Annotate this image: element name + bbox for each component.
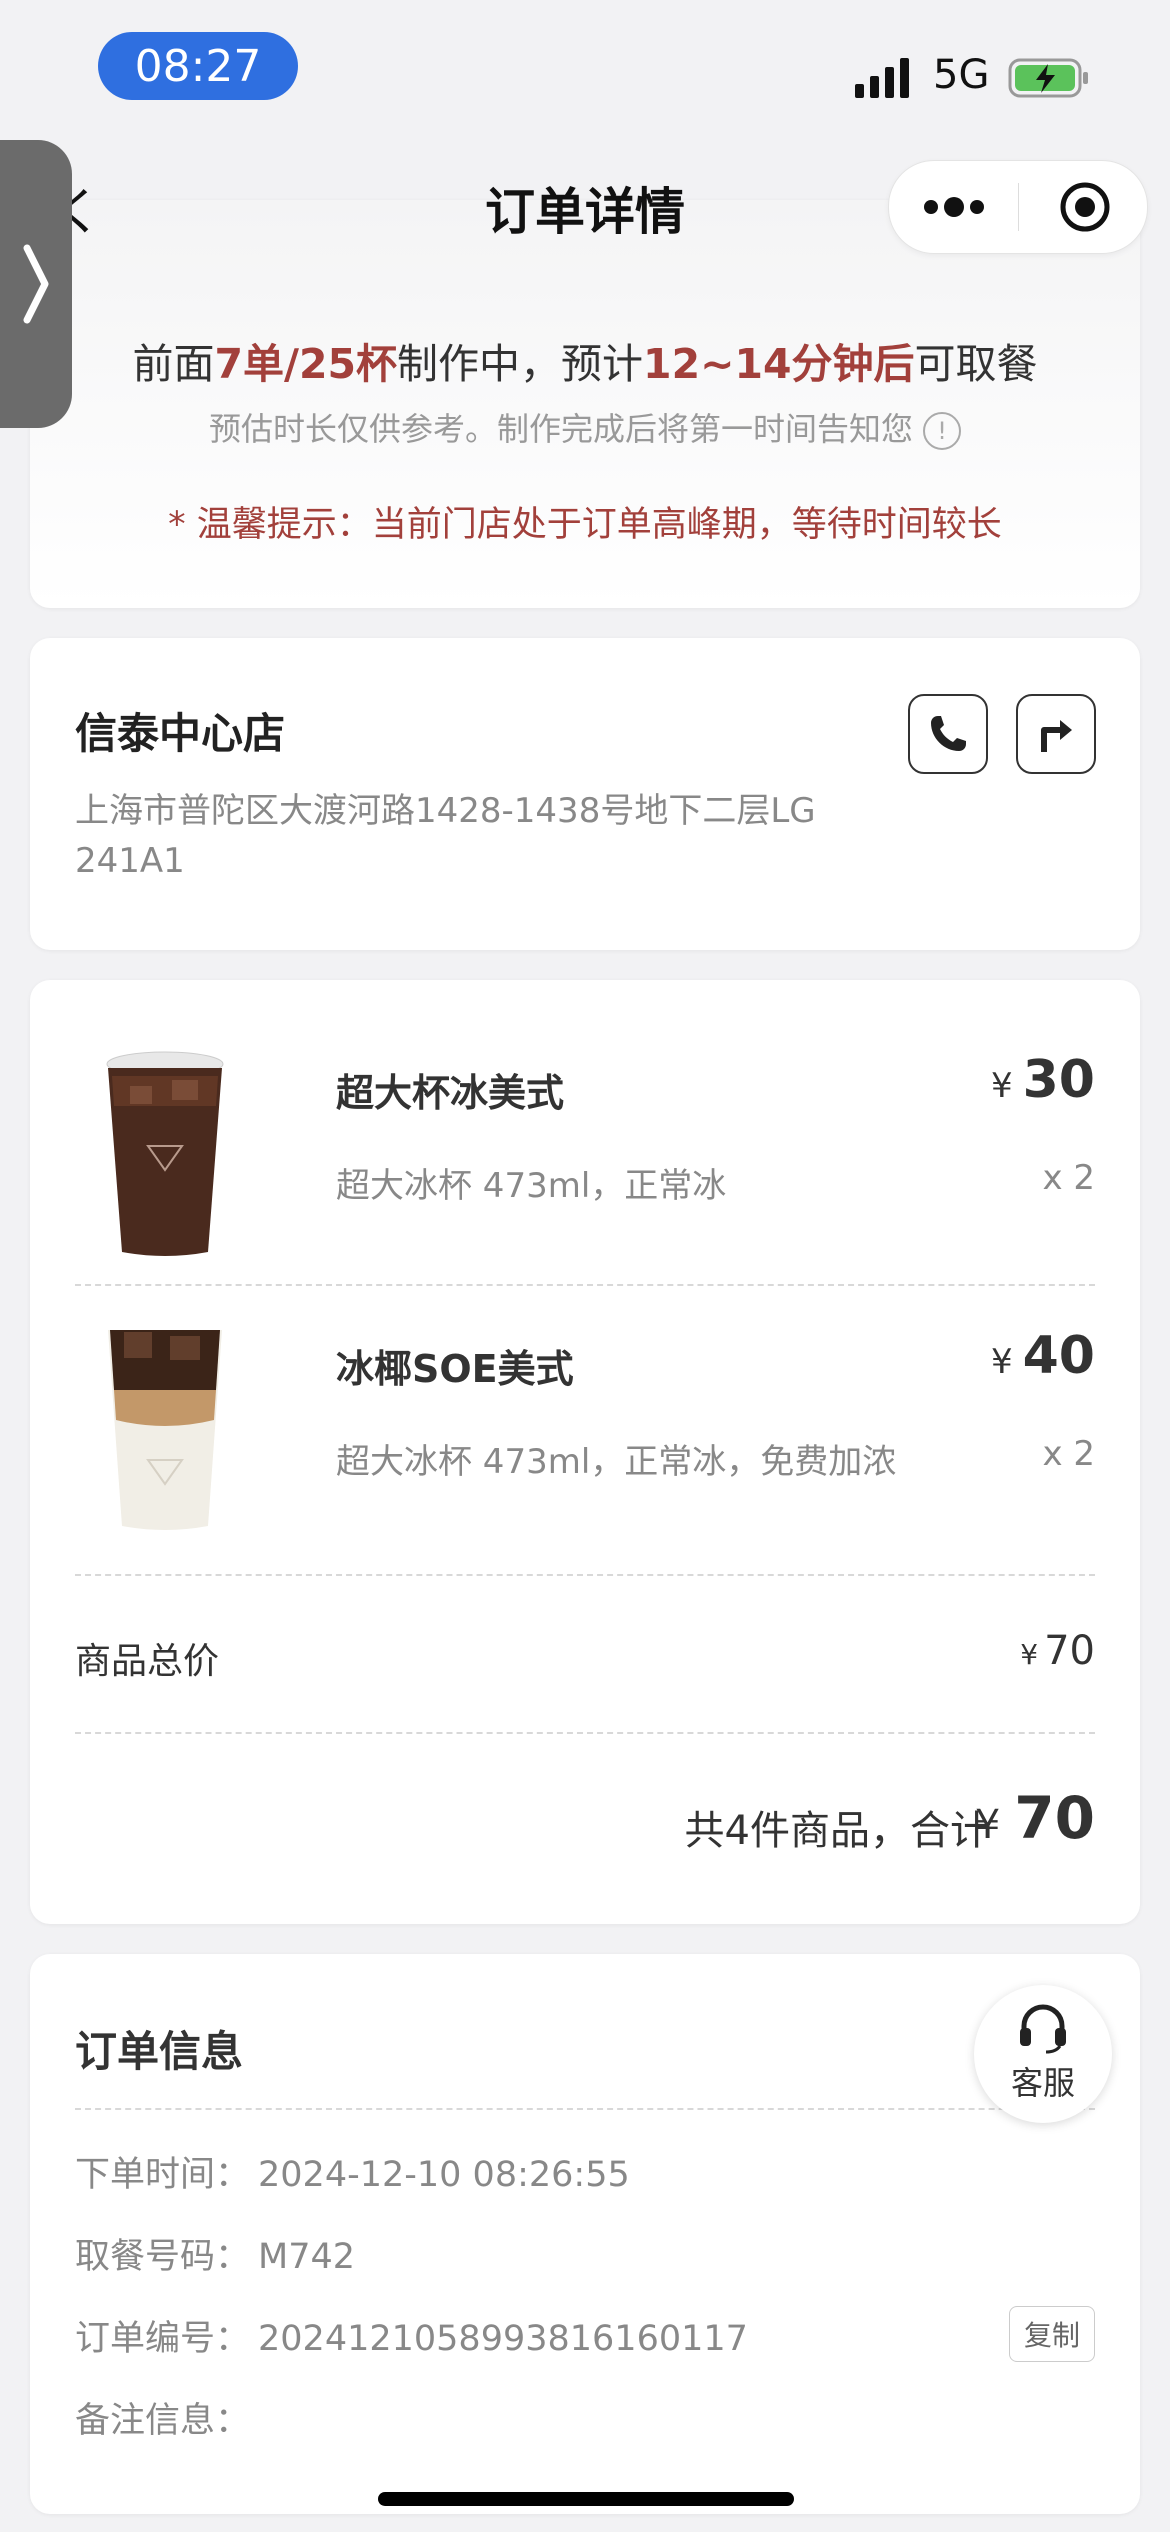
row-label: 备注信息：	[75, 2401, 251, 2441]
order-total-label: 共4件商品，合计	[684, 1808, 990, 1854]
item-price: ¥30	[991, 1050, 1095, 1110]
order-time-row: 下单时间： 2024-12-10 08:26:55	[75, 2146, 630, 2197]
call-store-button[interactable]	[908, 694, 988, 774]
item-quantity: x 2	[1042, 1434, 1095, 1474]
item-spec: 超大冰杯 473ml，正常冰，免费加浓	[336, 1442, 897, 1482]
item-name: 冰椰SOE美式	[336, 1347, 574, 1391]
goods-total-amount: 70	[1044, 1628, 1095, 1674]
headset-icon	[1020, 2004, 1066, 2054]
divider	[75, 1732, 1095, 1734]
store-card: 信泰中心店 上海市普陀区大渡河路1428-1438号地下二层LG 241A1	[30, 638, 1140, 950]
item-spec: 超大冰杯 473ml，正常冰	[336, 1166, 727, 1206]
capsule-divider	[1018, 183, 1019, 231]
row-label: 订单编号：	[75, 2319, 251, 2359]
queue-count: 7单/25杯	[214, 340, 398, 388]
queue-suffix: 可取餐	[914, 340, 1038, 388]
record-target-icon[interactable]	[1059, 181, 1111, 233]
order-items-card: 超大杯冰美式 超大冰杯 473ml，正常冰 ¥30 x 2 冰椰SOE美式 超大…	[30, 980, 1140, 1924]
signal-icon	[855, 58, 909, 98]
goods-total-label: 商品总价	[75, 1641, 220, 1682]
expand-chevron-icon	[23, 244, 49, 324]
currency-symbol: ¥	[1020, 1638, 1039, 1671]
wait-time: 12~14分钟后	[643, 340, 915, 388]
queue-status-line: 前面7单/25杯制作中，预计12~14分钟后可取餐	[30, 330, 1140, 390]
row-label: 下单时间：	[75, 2155, 251, 2195]
directions-button[interactable]	[1016, 694, 1096, 774]
item-quantity: x 2	[1042, 1158, 1095, 1198]
estimate-note: 预估时长仅供参考。制作完成后将第一时间告知您!	[30, 404, 1140, 450]
order-info-card: 订单信息 下单时间： 2024-12-10 08:26:55 取餐号码： M742 …	[30, 1954, 1140, 2514]
divider	[75, 1574, 1095, 1576]
order-number-row: 订单编号： 20241210589938161601​17	[75, 2310, 748, 2361]
estimate-note-text: 预估时长仅供参考。制作完成后将第一时间告知您	[208, 410, 913, 448]
customer-service-button[interactable]: 客服	[974, 1985, 1112, 2123]
directions-icon	[1041, 720, 1072, 752]
currency-symbol: ¥	[990, 1342, 1013, 1382]
copy-order-number-button[interactable]: 复制	[1009, 2306, 1095, 2362]
phone-icon	[931, 716, 966, 751]
row-value: M742	[258, 2237, 356, 2277]
status-time: 08:27	[98, 32, 298, 100]
side-expand-tab[interactable]	[0, 140, 72, 428]
item-price: ¥40	[991, 1326, 1095, 1386]
remarks-row: 备注信息：	[75, 2392, 258, 2443]
store-name: 信泰中心店	[75, 709, 286, 758]
network-label: 5G	[933, 52, 990, 98]
currency-symbol: ¥	[974, 1802, 1001, 1848]
home-indicator	[378, 2492, 794, 2506]
divider	[75, 2108, 1095, 2110]
item-price-value: 30	[1022, 1050, 1095, 1110]
order-total-value: ¥70	[975, 1784, 1095, 1852]
order-total-amount: 70	[1014, 1784, 1095, 1852]
item-name: 超大杯冰美式	[336, 1071, 565, 1115]
customer-service-label: 客服	[1010, 2064, 1075, 2102]
order-info-title: 订单信息	[75, 2027, 244, 2076]
queue-prefix: 前面	[132, 340, 215, 388]
miniapp-capsule	[888, 160, 1148, 254]
product-image-coconut-soe	[108, 1330, 222, 1530]
currency-symbol: ¥	[990, 1066, 1013, 1106]
row-label: 取餐号码：	[75, 2237, 251, 2277]
queue-card: 前面7单/25杯制作中，预计12~14分钟后可取餐 预估时长仅供参考。制作完成后…	[30, 200, 1140, 608]
battery-charging-icon	[1008, 58, 1088, 98]
peak-tip: * 温馨提示：当前门店处于订单高峰期，等待时间较长	[168, 505, 1002, 545]
more-icon[interactable]	[919, 181, 989, 233]
store-address: 上海市普陀区大渡河路1428-1438号地下二层LG 241A1	[75, 791, 816, 881]
row-value: 2024-12-10 08:26:55	[258, 2155, 630, 2195]
product-image-americano	[106, 1051, 224, 1256]
info-icon[interactable]: !	[923, 412, 961, 450]
queue-middle: 制作中，预计	[397, 340, 644, 388]
row-value: 20241210589938161601​17	[258, 2319, 748, 2359]
item-price-value: 40	[1022, 1326, 1095, 1386]
goods-total-value: ¥70	[1020, 1628, 1095, 1674]
divider	[75, 1284, 1095, 1286]
pickup-code-row: 取餐号码： M742	[75, 2228, 355, 2279]
